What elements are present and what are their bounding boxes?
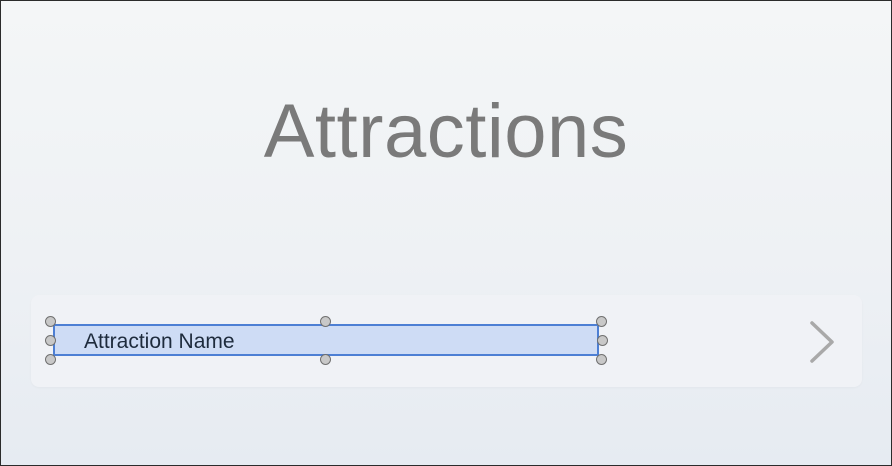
selected-label-field[interactable]: Attraction Name bbox=[53, 324, 599, 356]
resize-handle-top-center[interactable] bbox=[320, 316, 331, 327]
resize-handle-top-left[interactable] bbox=[45, 316, 56, 327]
resize-handle-middle-right[interactable] bbox=[597, 335, 608, 346]
page-title[interactable]: Attractions bbox=[1, 87, 891, 177]
resize-handle-top-right[interactable] bbox=[596, 316, 607, 327]
chevron-right-icon[interactable] bbox=[806, 320, 836, 364]
resize-handle-middle-left[interactable] bbox=[45, 335, 56, 346]
resize-handle-bottom-center[interactable] bbox=[320, 354, 331, 365]
resize-handle-bottom-right[interactable] bbox=[596, 354, 607, 365]
storyboard-canvas: Attractions Attraction Name bbox=[0, 0, 892, 466]
resize-handle-bottom-left[interactable] bbox=[45, 354, 56, 365]
attraction-name-label: Attraction Name bbox=[84, 330, 235, 353]
